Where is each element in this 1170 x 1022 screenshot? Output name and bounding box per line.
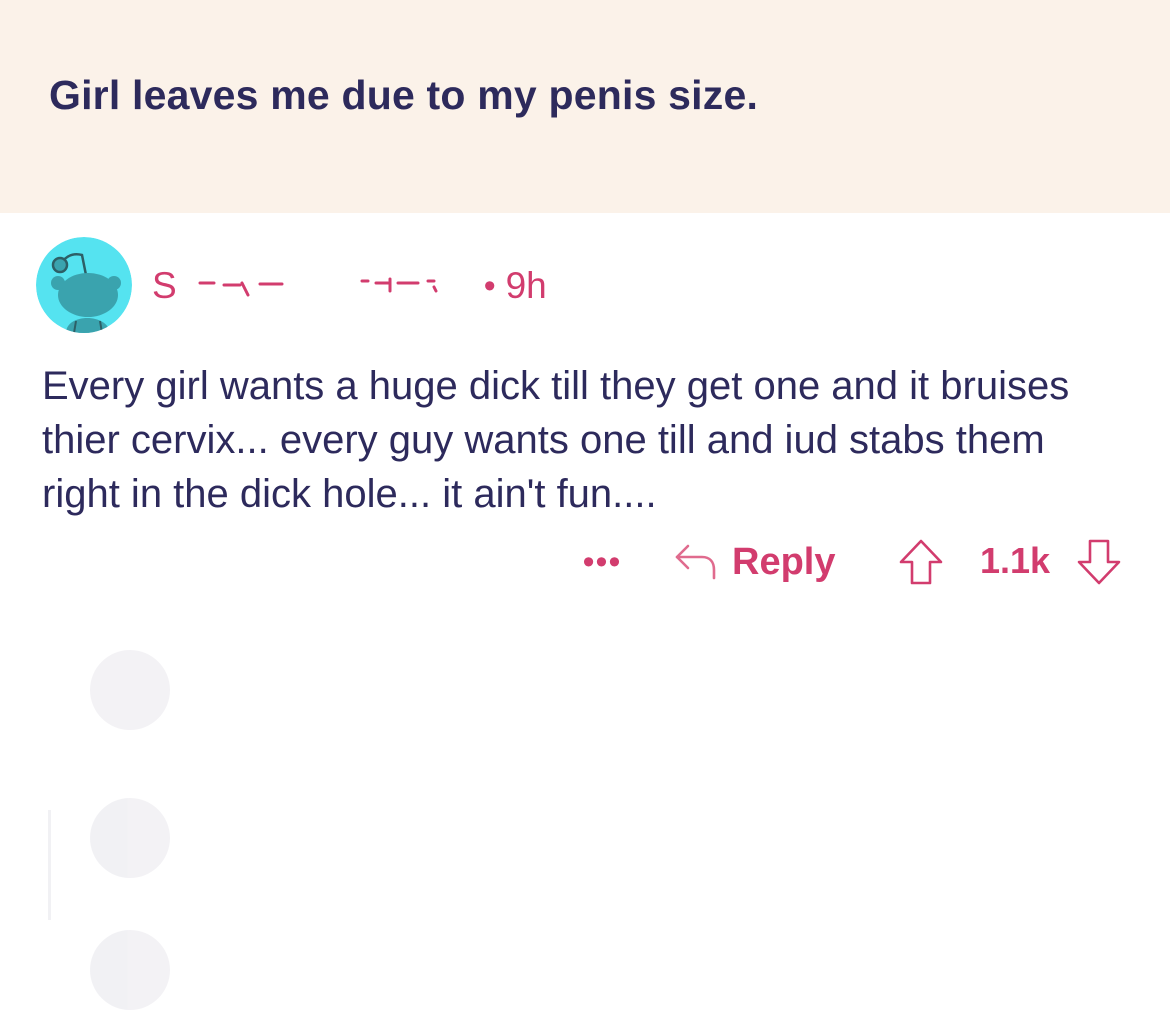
more-options-button[interactable]: •••	[578, 542, 626, 582]
upvote-arrow-icon	[899, 539, 943, 585]
reply-arrow-icon	[672, 540, 718, 585]
meta-separator: •	[483, 266, 496, 305]
upvote-button[interactable]	[896, 537, 946, 587]
post-header: Girl leaves me due to my penis size.	[0, 0, 1170, 213]
thread-line	[48, 810, 51, 920]
faded-avatar	[90, 930, 170, 1010]
reply-button[interactable]: Reply	[672, 536, 835, 588]
reply-label: Reply	[732, 540, 836, 583]
comment-author[interactable]: S	[152, 265, 178, 307]
comment-meta: S • 9h	[152, 263, 547, 309]
comment-actions: ••• Reply 1.1k	[0, 532, 1170, 592]
author-redaction	[178, 263, 478, 309]
faded-avatar	[90, 798, 170, 878]
faded-reply	[90, 650, 170, 730]
downvote-button[interactable]	[1074, 537, 1124, 587]
downvote-arrow-icon	[1077, 539, 1121, 585]
comment-age: 9h	[505, 265, 547, 306]
faded-reply	[90, 798, 170, 878]
comment-body: Every girl wants a huge dick till they g…	[42, 364, 1070, 516]
post-title[interactable]: Girl leaves me due to my penis size.	[49, 72, 758, 119]
faded-replies	[0, 610, 1170, 1022]
faded-avatar	[90, 650, 170, 730]
comment-screen: Girl leaves me due to my penis size. S •…	[0, 0, 1170, 1022]
vote-count: 1.1k	[980, 540, 1051, 581]
snoo-avatar-icon[interactable]	[36, 237, 132, 333]
faded-reply	[90, 930, 170, 1010]
